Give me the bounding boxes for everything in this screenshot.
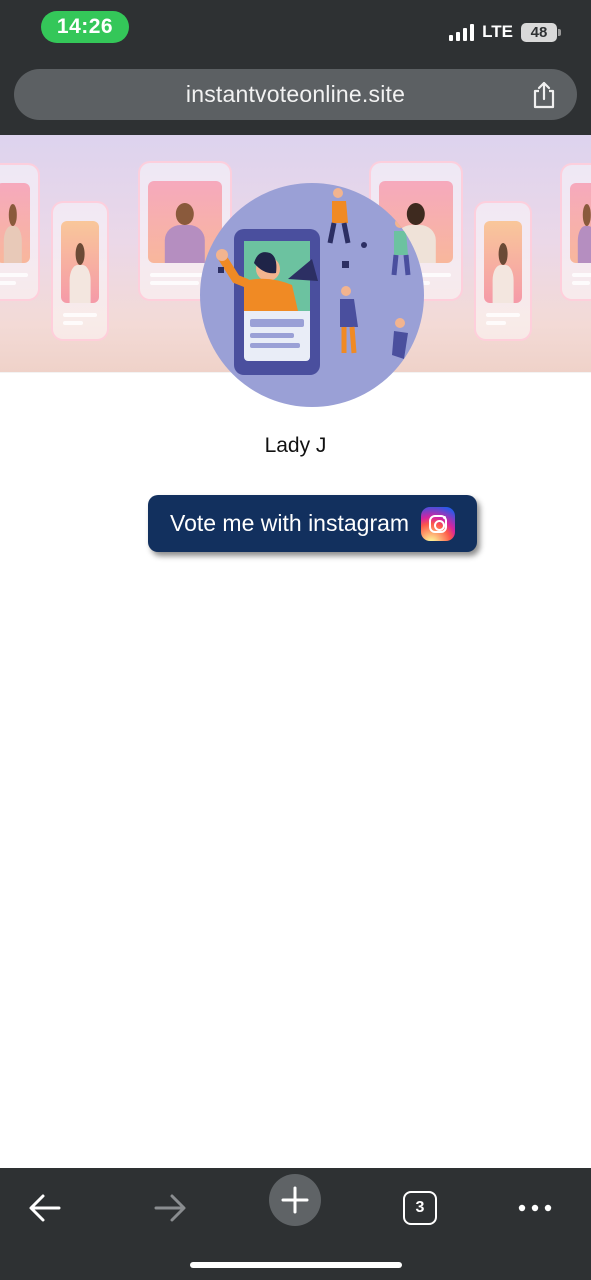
arrow-left-icon — [29, 1194, 61, 1222]
network-type: LTE — [482, 22, 513, 41]
status-indicators: LTE 48 — [449, 20, 561, 44]
arrow-right-icon — [154, 1194, 186, 1222]
browser-bottom-toolbar: 3 — [0, 1168, 591, 1280]
megaphone-illustration — [216, 188, 411, 375]
status-time: 14:26 — [41, 11, 129, 43]
profile-avatar — [200, 183, 424, 407]
page-content: Lady J Vote me with instagram — [0, 135, 591, 1168]
address-bar[interactable]: instantvoteonline.site — [14, 69, 577, 120]
tabs-button[interactable]: 3 — [390, 1178, 450, 1238]
share-icon[interactable] — [531, 81, 557, 109]
signal-icon — [449, 23, 475, 41]
tab-count: 3 — [403, 1191, 437, 1225]
battery-icon: 48 — [521, 22, 561, 42]
back-button[interactable] — [15, 1178, 75, 1238]
more-dots-icon — [518, 1204, 552, 1212]
vote-instagram-button[interactable]: Vote me with instagram — [148, 495, 477, 552]
battery-level: 48 — [521, 22, 557, 42]
vote-button-label: Vote me with instagram — [170, 510, 410, 536]
browser-top-chrome: 14:26 LTE 48 instantvoteonline.site — [0, 0, 591, 135]
url-text: instantvoteonline.site — [185, 81, 406, 107]
forward-button[interactable] — [140, 1178, 200, 1238]
more-menu-button[interactable] — [505, 1178, 565, 1238]
instagram-icon — [421, 506, 456, 541]
new-tab-button[interactable] — [269, 1174, 321, 1226]
profile-name: Lady J — [264, 434, 327, 457]
plus-icon — [281, 1186, 309, 1214]
home-indicator — [190, 1262, 402, 1268]
